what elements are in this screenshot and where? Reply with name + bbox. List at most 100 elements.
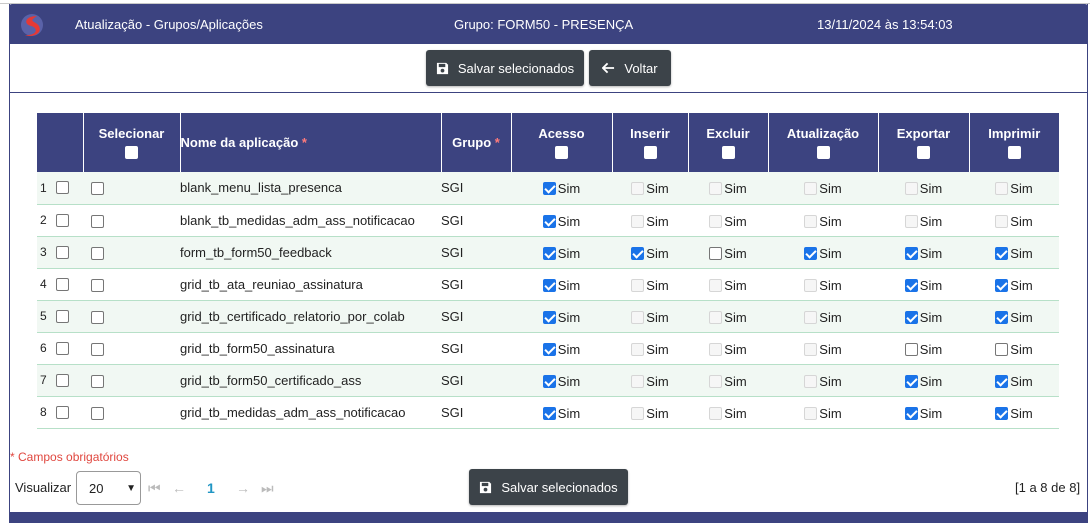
print-cell: Sim: [969, 236, 1059, 269]
access-checkbox[interactable]: [542, 246, 556, 260]
access-all-checkbox[interactable]: [555, 146, 568, 160]
access-checkbox[interactable]: [542, 342, 556, 356]
select-row-checkbox[interactable]: [91, 342, 104, 356]
row-marker-checkbox[interactable]: [56, 277, 69, 291]
access-checkbox[interactable]: [542, 278, 556, 292]
delete-label: Sim: [724, 277, 747, 293]
access-checkbox[interactable]: [542, 182, 556, 196]
print-checkbox[interactable]: [995, 342, 1009, 356]
select-row-checkbox[interactable]: [91, 246, 104, 260]
print-checkbox[interactable]: [995, 374, 1009, 388]
row-number: 3: [40, 245, 47, 259]
update-all-checkbox[interactable]: [816, 146, 830, 160]
access-label: Sim: [557, 181, 581, 197]
page-size-label: Visualizar: [15, 480, 72, 495]
app-name-cell: blank_menu_lista_presenca: [180, 172, 441, 205]
access-checkbox[interactable]: [542, 214, 556, 228]
print-checkbox[interactable]: [995, 246, 1009, 260]
update-checkbox[interactable]: [804, 246, 818, 260]
export-checkbox[interactable]: [904, 374, 918, 388]
insert-cell: Sim: [612, 204, 688, 237]
row-marker-checkbox[interactable]: [56, 373, 69, 387]
group-cell: SGI: [441, 236, 511, 269]
select-row-checkbox[interactable]: [91, 214, 104, 228]
insert-all-checkbox[interactable]: [643, 146, 657, 160]
export-checkbox[interactable]: [904, 246, 918, 260]
previous-page-icon[interactable]: ←: [172, 480, 186, 496]
app-name-cell: grid_tb_ata_reuniao_assinatura: [180, 268, 441, 301]
export-checkbox[interactable]: [904, 342, 918, 356]
update-label: Sim: [819, 373, 842, 389]
row-number: 6: [40, 341, 47, 355]
table-row: 2 blank_tb_medidas_adm_ass_notificacao SGI…: [37, 204, 1059, 237]
select-row-checkbox[interactable]: [91, 406, 104, 420]
export-label: Sim: [919, 277, 943, 293]
export-checkbox[interactable]: [904, 406, 918, 420]
group-cell: SGI: [441, 268, 511, 301]
row-marker-checkbox[interactable]: [56, 309, 69, 323]
row-index-cell: 7: [37, 364, 83, 397]
group-cell: SGI: [441, 364, 511, 397]
row-marker-checkbox[interactable]: [56, 181, 69, 195]
export-all-checkbox[interactable]: [917, 146, 930, 160]
insert-cell: Sim: [612, 332, 688, 365]
row-marker-checkbox[interactable]: [56, 341, 69, 355]
select-column-header: Selecionar: [83, 113, 181, 172]
update-cell: Sim: [768, 204, 878, 237]
access-label: Sim: [557, 213, 581, 229]
export-checkbox[interactable]: [904, 310, 918, 324]
insert-checkbox[interactable]: [631, 246, 645, 260]
row-marker-checkbox[interactable]: [56, 213, 69, 227]
access-checkbox[interactable]: [542, 310, 556, 324]
delete-cell: Sim: [688, 268, 768, 301]
access-label: Sim: [557, 245, 581, 261]
last-page-icon[interactable]: ⏭: [261, 480, 274, 497]
print-checkbox[interactable]: [995, 406, 1009, 420]
select-all-checkbox[interactable]: [125, 146, 138, 160]
group-column-header[interactable]: Grupo *: [441, 113, 512, 172]
access-label: Sim: [557, 341, 581, 357]
access-checkbox[interactable]: [542, 374, 556, 388]
delete-checkbox: [709, 310, 723, 324]
insert-checkbox: [631, 310, 645, 324]
export-checkbox[interactable]: [904, 278, 918, 292]
required-mark: *: [301, 135, 307, 150]
print-cell: Sim: [969, 172, 1059, 205]
print-cell: Sim: [969, 300, 1059, 333]
insert-cell: Sim: [612, 236, 688, 269]
select-row-checkbox[interactable]: [91, 278, 104, 292]
export-cell: Sim: [878, 364, 969, 397]
print-checkbox[interactable]: [995, 278, 1009, 292]
delete-header-label: Excluir: [706, 125, 750, 141]
required-mark: *: [494, 135, 500, 150]
delete-all-checkbox[interactable]: [721, 146, 735, 160]
select-row-checkbox[interactable]: [91, 374, 104, 388]
row-number: 1: [40, 180, 47, 195]
export-cell: Sim: [878, 300, 969, 333]
print-all-checkbox[interactable]: [1007, 146, 1021, 160]
print-checkbox[interactable]: [995, 310, 1009, 324]
next-page-icon[interactable]: →: [236, 480, 250, 496]
access-header-label: Acesso: [538, 125, 585, 141]
first-page-icon[interactable]: ⏮: [148, 480, 161, 497]
app-name-column-header[interactable]: Nome da aplicação *: [180, 113, 442, 172]
page-size-select[interactable]: 20 ▼: [76, 471, 141, 505]
save-selected-bottom-button[interactable]: Salvar selecionados: [469, 469, 628, 505]
access-cell: Sim: [511, 236, 612, 269]
app-name-cell: grid_tb_certificado_relatorio_por_colab: [180, 300, 441, 333]
current-page[interactable]: 1: [207, 480, 215, 496]
export-label: Sim: [919, 181, 943, 197]
export-cell: Sim: [878, 268, 969, 301]
access-checkbox[interactable]: [542, 406, 556, 420]
insert-checkbox: [631, 406, 645, 420]
delete-checkbox[interactable]: [709, 246, 723, 260]
print-label: Sim: [1010, 181, 1033, 197]
access-cell: Sim: [511, 172, 612, 205]
select-cell: [83, 332, 180, 365]
save-selected-button[interactable]: Salvar selecionados: [426, 50, 584, 86]
back-button[interactable]: Voltar: [589, 50, 671, 86]
select-row-checkbox[interactable]: [91, 310, 104, 324]
select-row-checkbox[interactable]: [91, 182, 104, 196]
row-marker-checkbox[interactable]: [56, 405, 69, 419]
row-marker-checkbox[interactable]: [56, 245, 69, 259]
